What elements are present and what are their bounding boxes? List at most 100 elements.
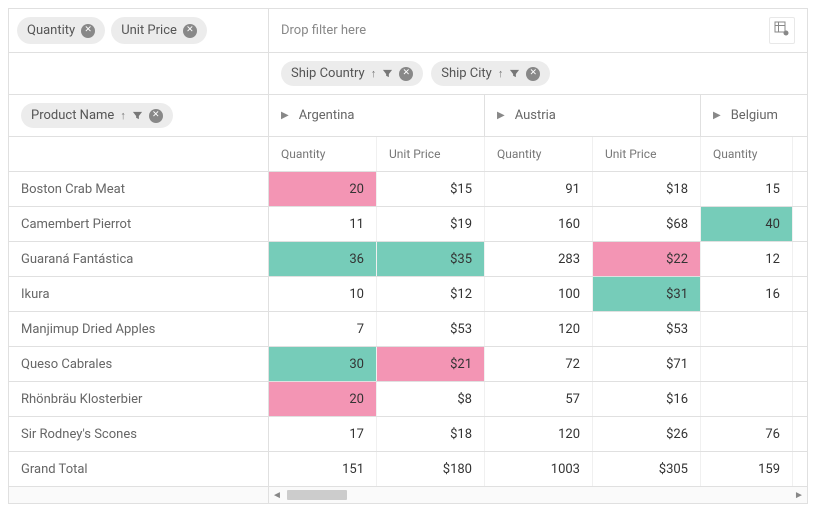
data-cell[interactable]: 91 [485,172,593,206]
table-row: Manjimup Dried Apples7$53120$53 [9,311,807,346]
close-icon[interactable]: ✕ [149,109,163,123]
data-cell[interactable]: 20 [269,382,377,416]
close-icon[interactable]: ✕ [183,24,197,38]
table-row: Boston Crab Meat20$1591$1815 [9,171,807,206]
data-cell[interactable]: 16 [701,277,793,311]
data-cell[interactable]: $8 [377,382,485,416]
data-cell[interactable]: $22 [593,242,701,276]
data-cell[interactable]: $21 [377,347,485,381]
sort-asc-icon[interactable]: ↑ [371,67,377,80]
country-label: Belgium [731,108,778,123]
data-cell[interactable]: $35 [377,242,485,276]
data-cell[interactable]: 100 [485,277,593,311]
row-header[interactable]: Boston Crab Meat [9,172,269,206]
row-header[interactable]: Sir Rodney's Scones [9,417,269,451]
table-row: Rhönbräu Klosterbier20$857$16 [9,381,807,416]
data-cell[interactable]: 20 [269,172,377,206]
chip-label: Unit Price [121,23,177,38]
data-cell[interactable]: 120 [485,312,593,346]
data-cell[interactable]: 57 [485,382,593,416]
column-header[interactable]: ▶ Belgium [701,95,793,136]
data-cell[interactable]: $16 [593,382,701,416]
expand-icon[interactable]: ▶ [281,110,289,121]
expand-icon[interactable]: ▶ [713,110,721,121]
filter-icon[interactable] [132,110,143,121]
scroll-right-icon[interactable]: ► [791,490,807,501]
row-header[interactable]: Grand Total [9,452,269,486]
row-header[interactable]: Rhönbräu Klosterbier [9,382,269,416]
row-header[interactable]: Manjimup Dried Apples [9,312,269,346]
column-header[interactable]: ▶Austria [485,95,701,136]
data-cell[interactable]: 159 [701,452,793,486]
filter-icon[interactable] [382,68,393,79]
row-header[interactable]: Ikura [9,277,269,311]
pivot-grid: Quantity ✕ Unit Price ✕ Drop filter here [8,8,808,504]
measure-header: Quantity [485,137,593,171]
chip-ship-city[interactable]: Ship City ↑ ✕ [431,61,550,86]
data-cell[interactable]: 12 [701,242,793,276]
data-field-area[interactable]: Quantity ✕ Unit Price ✕ [9,9,269,53]
expand-icon[interactable]: ▶ [497,110,505,121]
row-header[interactable]: Camembert Pierrot [9,207,269,241]
table-row: Sir Rodney's Scones17$18120$2676 [9,416,807,451]
close-icon[interactable]: ✕ [399,67,413,81]
data-cell[interactable]: 76 [701,417,793,451]
chip-unit-price[interactable]: Unit Price ✕ [111,17,207,44]
row-header[interactable]: Guaraná Fantástica [9,242,269,276]
table-row: Grand Total151$1801003$305159 [9,451,807,486]
blank-corner [9,53,269,94]
chip-ship-country[interactable]: Ship Country ↑ ✕ [281,61,423,86]
data-cell[interactable]: $12 [377,277,485,311]
data-cell[interactable]: 30 [269,347,377,381]
data-cell[interactable]: 1003 [485,452,593,486]
scroll-left-icon[interactable]: ◄ [269,490,285,501]
data-cell[interactable]: 36 [269,242,377,276]
sort-asc-icon[interactable]: ↑ [120,109,126,122]
data-cell[interactable]: $18 [593,172,701,206]
data-cell[interactable]: $71 [593,347,701,381]
data-cell[interactable]: $53 [377,312,485,346]
data-cell[interactable] [701,312,793,346]
column-field-area[interactable]: Ship Country ↑ ✕ Ship City ↑ ✕ [269,53,807,94]
measure-header: Unit Price [593,137,701,171]
data-cell[interactable] [701,347,793,381]
data-cell[interactable]: 10 [269,277,377,311]
field-chooser-icon[interactable] [769,17,795,44]
data-cell[interactable]: 283 [485,242,593,276]
data-cell[interactable]: 7 [269,312,377,346]
filter-icon[interactable] [509,68,520,79]
row-field-area[interactable]: Product Name ↑ ✕ [9,95,269,136]
table-row: Queso Cabrales30$2172$71 [9,346,807,381]
data-cell[interactable] [701,382,793,416]
measure-header: Quantity [701,137,793,171]
measure-headers: QuantityUnit PriceQuantityUnit PriceQuan… [269,137,807,171]
data-cell[interactable]: $68 [593,207,701,241]
data-cell[interactable]: 151 [269,452,377,486]
close-icon[interactable]: ✕ [81,24,95,38]
data-cell[interactable]: $305 [593,452,701,486]
data-cell[interactable]: $19 [377,207,485,241]
data-cell[interactable]: $180 [377,452,485,486]
measure-header: Unit Price [377,137,485,171]
filter-drop-area[interactable]: Drop filter here [269,9,807,53]
scroll-thumb[interactable] [287,490,347,500]
close-icon[interactable]: ✕ [526,67,540,81]
data-cell[interactable]: $18 [377,417,485,451]
chip-product-name[interactable]: Product Name ↑ ✕ [21,103,173,128]
data-cell[interactable]: $26 [593,417,701,451]
row-header[interactable]: Queso Cabrales [9,347,269,381]
chip-quantity[interactable]: Quantity ✕ [17,17,105,44]
data-cell[interactable]: $53 [593,312,701,346]
data-cell[interactable]: $31 [593,277,701,311]
data-cell[interactable]: 120 [485,417,593,451]
horizontal-scrollbar[interactable]: ◄ ► [9,486,807,503]
data-cell[interactable]: 40 [701,207,793,241]
sort-asc-icon[interactable]: ↑ [498,67,504,80]
data-cell[interactable]: $15 [377,172,485,206]
column-header[interactable]: ▶Argentina [269,95,485,136]
data-cell[interactable]: 15 [701,172,793,206]
data-cell[interactable]: 72 [485,347,593,381]
data-cell[interactable]: 160 [485,207,593,241]
data-cell[interactable]: 11 [269,207,377,241]
data-cell[interactable]: 17 [269,417,377,451]
